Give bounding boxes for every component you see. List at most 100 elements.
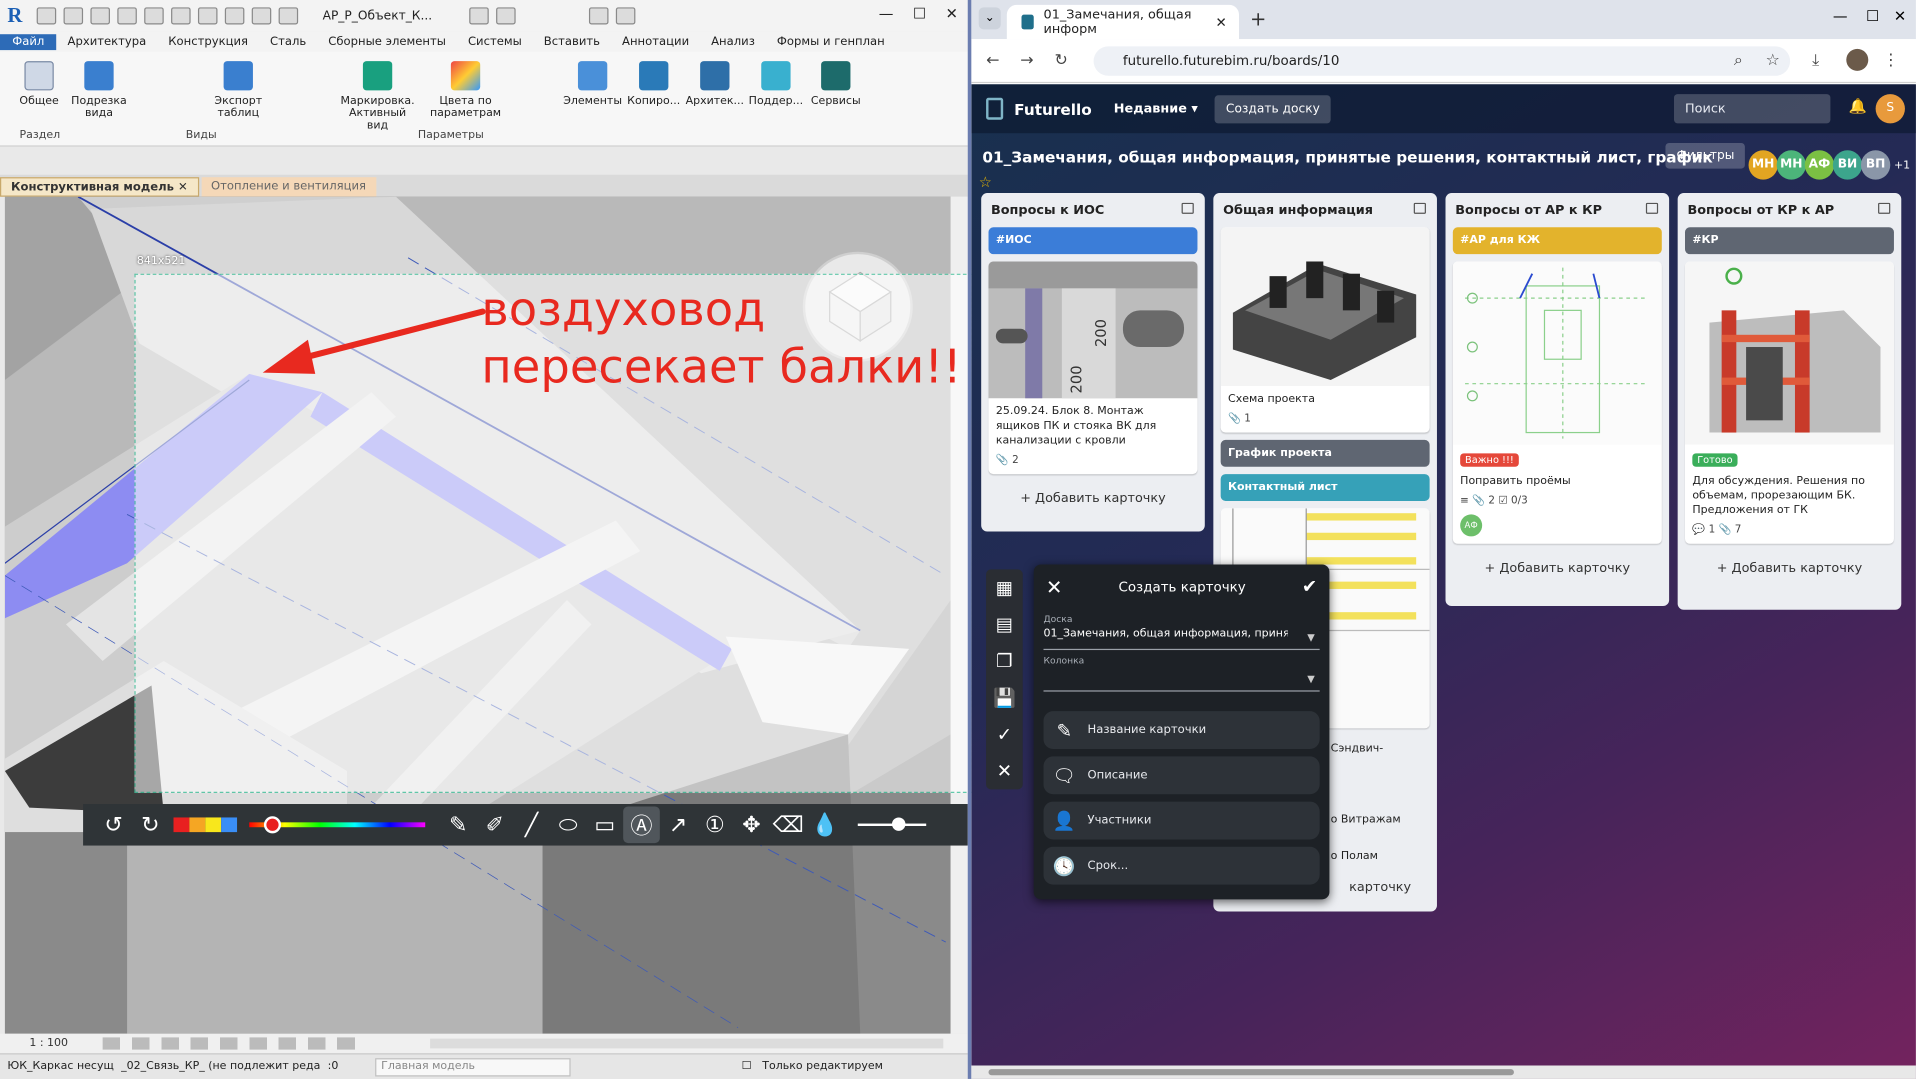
revit-logo-icon[interactable]: R	[7, 4, 29, 27]
notification-icon[interactable]: 🔔	[1849, 99, 1867, 114]
pencil-icon[interactable]: ✎	[440, 806, 477, 843]
user-icon[interactable]	[495, 7, 516, 25]
profile-avatar[interactable]	[1846, 48, 1869, 71]
forward-icon[interactable]: →	[1020, 51, 1033, 69]
card[interactable]: Готово Для обсуждения. Решения по объема…	[1685, 261, 1894, 544]
minimize-icon[interactable]: —	[879, 5, 894, 22]
confirm-icon[interactable]: ✔	[1302, 576, 1317, 598]
scrollbar-thumb[interactable]	[988, 1069, 1514, 1076]
line-icon[interactable]: ╱	[513, 806, 550, 843]
members-field[interactable]: 👤 Участники	[1043, 801, 1320, 840]
3d-view-icon[interactable]	[251, 7, 272, 25]
annotation-text[interactable]: воздуховод пересекает балки!!	[481, 281, 961, 396]
menu-icon[interactable]: ⋮	[1883, 51, 1899, 69]
archive-icon[interactable]	[1181, 202, 1194, 214]
archive-icon[interactable]	[1413, 202, 1426, 214]
elements-button[interactable]: Элементы	[562, 61, 623, 108]
card-name-field[interactable]: ✎ Название карточки	[1043, 711, 1320, 750]
tab-search-icon[interactable]: ⌄	[978, 7, 1001, 30]
close-icon[interactable]: ✕	[946, 5, 958, 22]
redo-icon[interactable]	[144, 7, 164, 25]
services-button[interactable]: Сервисы	[809, 61, 863, 108]
view-scale[interactable]: 1 : 100	[29, 1037, 68, 1049]
redo-icon[interactable]: ↻	[132, 806, 169, 843]
horizontal-scrollbar[interactable]	[971, 1065, 1916, 1079]
board-icon[interactable]: ▤	[986, 606, 1023, 643]
menu-insert[interactable]: Вставить	[533, 35, 611, 48]
eraser-icon[interactable]: ⌫	[770, 806, 807, 843]
text-icon[interactable]	[224, 7, 245, 25]
support-button[interactable]: Поддер...	[748, 61, 804, 108]
close-icon[interactable]: ✕	[1894, 7, 1906, 24]
open-icon[interactable]	[36, 7, 57, 25]
tab-structural-model[interactable]: Конструктивная модель ✕	[0, 177, 199, 197]
bookmark-icon[interactable]: ☆	[1766, 51, 1780, 69]
reload-icon[interactable]: ↻	[1054, 51, 1067, 69]
color-blue-swatch[interactable]	[221, 817, 238, 833]
binoculars-icon[interactable]	[468, 7, 489, 25]
archive-icon[interactable]	[1645, 202, 1659, 214]
copy-button[interactable]: Копиро...	[626, 61, 682, 108]
help-icon[interactable]	[615, 7, 635, 25]
menu-systems[interactable]: Системы	[457, 35, 533, 48]
undo-icon[interactable]: ↺	[95, 806, 132, 843]
text-tool-icon[interactable]: Ⓐ	[623, 806, 660, 844]
color-palette[interactable]	[173, 817, 238, 833]
architect-button[interactable]: Архитек...	[684, 61, 745, 108]
due-date-field[interactable]: 🕓 Срок...	[1043, 846, 1320, 885]
cart-icon[interactable]	[588, 7, 609, 25]
column-select[interactable]: Колонка ▼	[1043, 655, 1320, 692]
arrow-icon[interactable]: ↗	[660, 806, 697, 843]
recent-dropdown[interactable]: Недавние ▾	[1114, 101, 1198, 116]
crop-view-button[interactable]: Подрезка вида	[68, 61, 129, 120]
download-icon[interactable]: ⤓	[1812, 51, 1819, 69]
measure-icon[interactable]	[197, 7, 218, 25]
tag-card[interactable]: #ИОС	[988, 227, 1198, 255]
futurello-logo-icon[interactable]: ▦	[986, 569, 1023, 606]
member-avatar[interactable]: МН	[1776, 150, 1806, 180]
editable-only-checkbox[interactable]: ☐ Только редактируем	[742, 1061, 883, 1073]
menu-structure[interactable]: Конструкция	[157, 35, 259, 48]
marker-icon[interactable]: ✐	[477, 806, 514, 843]
size-slider[interactable]	[857, 817, 927, 831]
close-icon[interactable]: ✕	[1046, 575, 1062, 598]
colors-by-params-button[interactable]: Цвета по параметрам	[420, 61, 510, 120]
card-schedule[interactable]: График проекта	[1220, 439, 1430, 467]
marking-button[interactable]: Маркировка. Активный вид	[337, 61, 418, 132]
minimize-icon[interactable]: —	[1833, 7, 1848, 24]
counter-icon[interactable]: ①	[696, 806, 733, 843]
menu-steel[interactable]: Сталь	[259, 35, 317, 48]
menu-architecture[interactable]: Архитектура	[57, 35, 158, 48]
hue-slider-handle[interactable]	[263, 816, 282, 834]
card[interactable]: Важно !!! Поправить проёмы ≡ 📎 2 ☑ 0/3 А…	[1452, 261, 1662, 544]
member-avatar[interactable]: ВП	[1860, 150, 1891, 180]
card[interactable]: 200 200 25.09.24. Блок 8. Монтаж ящиков …	[988, 261, 1198, 475]
menu-annotate[interactable]: Аннотации	[611, 35, 700, 48]
back-icon[interactable]: ←	[986, 51, 999, 69]
view-controls-icons[interactable]	[102, 1037, 396, 1050]
description-field[interactable]: 🗨 Описание	[1043, 756, 1320, 795]
archive-icon[interactable]	[1878, 202, 1891, 214]
general-button[interactable]: Общее	[15, 61, 64, 108]
filters-button[interactable]: Фильтры	[1665, 142, 1746, 169]
add-card-button[interactable]: + Добавить карточку	[981, 481, 1205, 518]
new-tab-icon[interactable]: +	[1250, 7, 1266, 30]
create-board-button[interactable]: Создать доску	[1214, 94, 1331, 123]
search-input[interactable]: Поиск	[1674, 94, 1831, 124]
member-avatar[interactable]: АФ	[1804, 150, 1835, 180]
url-input[interactable]: futurello.futurebim.ru/boards/10	[1093, 46, 1791, 76]
member-avatar[interactable]: ВИ	[1832, 150, 1863, 180]
save-icon[interactable]: 💾	[986, 679, 1023, 716]
maximize-icon[interactable]: ☐	[913, 5, 926, 22]
undo-icon[interactable]	[117, 7, 137, 25]
export-tables-button[interactable]: Экспорт таблиц	[210, 61, 266, 120]
menu-massing[interactable]: Формы и генплан	[766, 35, 896, 48]
copy-icon[interactable]: ❐	[986, 643, 1023, 680]
close-tab-icon[interactable]: ✕	[1216, 14, 1227, 30]
add-card-button[interactable]: + Добавить карточку	[1678, 551, 1902, 588]
hue-slider[interactable]	[249, 816, 426, 834]
ellipse-icon[interactable]: ⬭	[550, 806, 587, 843]
app-name[interactable]: Futurello	[1014, 100, 1092, 118]
star-icon[interactable]: ☆	[979, 174, 992, 191]
tag-card[interactable]: #АР для КЖ	[1452, 227, 1662, 255]
